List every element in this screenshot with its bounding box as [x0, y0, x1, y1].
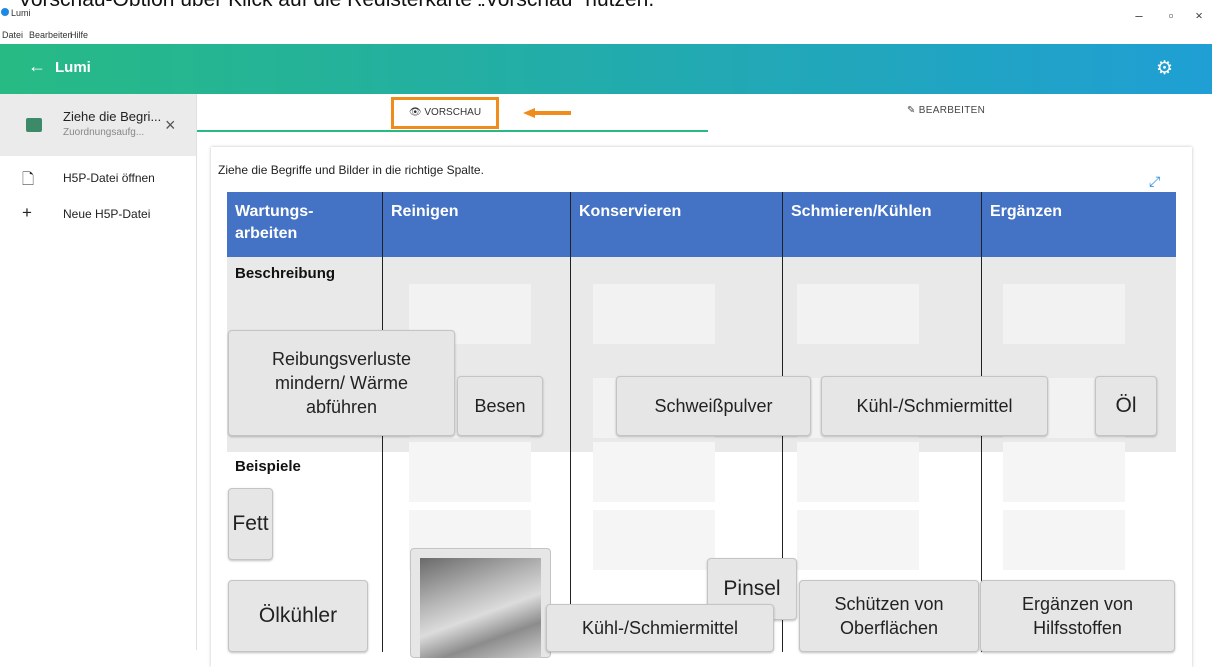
fullscreen-icon[interactable]: ⤢ — [1149, 173, 1160, 190]
draggable-item[interactable]: Besen — [457, 376, 543, 436]
app-title: Lumi — [55, 59, 91, 76]
sidebar-open-file[interactable]: Ziehe die Begri... Zuordnungsaufg... × — [0, 94, 196, 156]
draggable-item[interactable]: Schützen von Oberflächen — [799, 580, 979, 652]
open-file-name: Ziehe die Begri... — [63, 109, 162, 124]
column-header: Konservieren — [571, 192, 783, 257]
arrow-left-icon[interactable]: ← — [28, 56, 46, 77]
window-title: Lumi — [11, 8, 31, 18]
tab-bar: 👁 VORSCHAU ✎ BEARBEITEN — [197, 94, 1212, 134]
column-header: Ergänzen — [982, 192, 1176, 257]
tab-preview-label: 👁 VORSCHAU — [394, 107, 496, 118]
sidebar-item-label: H5P-Datei öffnen — [63, 171, 155, 185]
tab-edit-text: BEARBEITEN — [918, 105, 986, 116]
app-bar: ← Lumi ⚙ — [0, 44, 1212, 94]
draggable-item[interactable]: Reibungsverluste mindern/ Wärme abführen — [228, 330, 455, 436]
draggable-item[interactable]: Kühl-/Schmiermittel — [821, 376, 1048, 436]
close-file-icon[interactable]: × — [165, 115, 176, 136]
highlight-arrow — [523, 108, 571, 118]
draggable-item[interactable]: Kühl-/Schmiermittel — [546, 604, 774, 652]
sidebar: Ziehe die Begri... Zuordnungsaufg... × 🗋… — [0, 94, 197, 650]
drop-zone[interactable] — [797, 442, 919, 502]
eye-icon: 👁 — [408, 107, 422, 118]
sidebar-item-new-h5p[interactable]: + Neue H5P-Datei — [0, 200, 196, 228]
draggable-image[interactable] — [410, 548, 551, 658]
drop-zone[interactable] — [1003, 510, 1125, 570]
column-divider — [570, 192, 571, 652]
draggable-item[interactable]: Ölkühler — [228, 580, 368, 652]
image-file-icon — [26, 118, 42, 132]
row-label: Beispiele — [235, 458, 301, 475]
menu-bearbeiten[interactable]: Bearbeiten — [29, 30, 73, 40]
tab-preview-text: VORSCHAU — [424, 107, 482, 118]
row-label: Beschreibung — [235, 265, 336, 282]
drop-zone[interactable] — [1003, 442, 1125, 502]
draggable-item[interactable]: Öl — [1095, 376, 1157, 436]
draggable-item[interactable]: Fett — [228, 488, 273, 560]
menubar: Datei Bearbeiten Hilfe — [0, 18, 1212, 40]
open-file-type: Zuordnungsaufg... — [63, 127, 145, 138]
menu-datei[interactable]: Datei — [2, 30, 23, 40]
tab-indicator — [197, 130, 708, 132]
draggable-item[interactable]: Ergänzen von Hilfsstoffen — [980, 580, 1175, 652]
file-icon: 🗋 — [22, 171, 35, 188]
drop-zone[interactable] — [593, 284, 715, 344]
menu-hilfe[interactable]: Hilfe — [70, 30, 88, 40]
drop-zone[interactable] — [593, 510, 715, 570]
drop-zone[interactable] — [797, 284, 919, 344]
drop-zone[interactable] — [593, 442, 715, 502]
plus-icon: + — [22, 203, 32, 222]
gear-photo — [420, 558, 541, 658]
draggable-item[interactable]: Schweißpulver — [616, 376, 811, 436]
sidebar-item-open-h5p[interactable]: 🗋 H5P-Datei öffnen — [0, 164, 196, 192]
tab-preview[interactable]: 👁 VORSCHAU — [391, 97, 499, 129]
drop-zone[interactable] — [409, 442, 531, 502]
column-header: Reinigen — [383, 192, 571, 257]
app-logo-icon — [1, 8, 9, 16]
column-header: Schmieren/Kühlen — [783, 192, 982, 257]
gear-icon[interactable]: ⚙ — [1156, 57, 1173, 80]
drop-zone[interactable] — [1003, 284, 1125, 344]
column-header: Wartungs-arbeiten — [227, 192, 383, 257]
tab-edit[interactable]: ✎ BEARBEITEN — [907, 105, 985, 116]
sidebar-item-label: Neue H5P-Datei — [63, 207, 151, 221]
pencil-icon: ✎ — [907, 105, 916, 116]
task-instruction: Ziehe die Begriffe und Bilder in die ric… — [218, 163, 484, 177]
drop-zone[interactable] — [797, 510, 919, 570]
